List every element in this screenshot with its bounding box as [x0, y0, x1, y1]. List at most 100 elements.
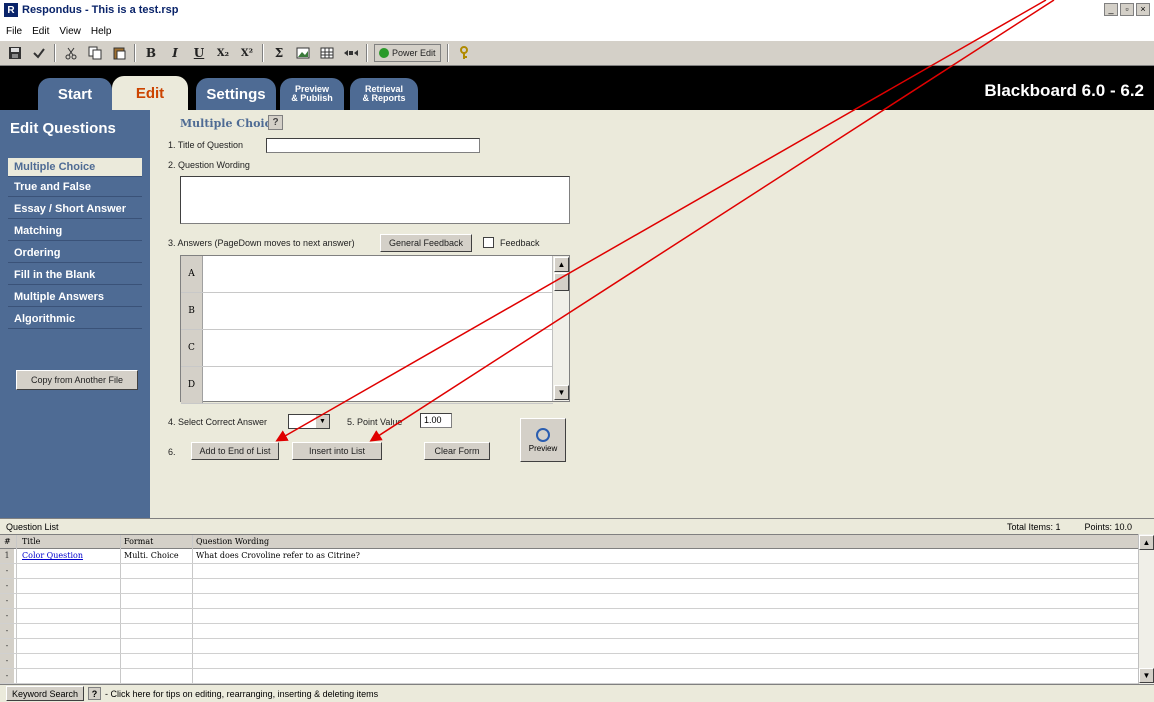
scroll-up-icon[interactable]: ▲ [554, 257, 569, 272]
sidebar-item-ordering[interactable]: Ordering [8, 244, 142, 263]
paste-icon[interactable] [110, 43, 128, 63]
general-feedback-button[interactable]: General Feedback [380, 234, 472, 252]
table-row[interactable]: - [0, 579, 1138, 594]
save-icon[interactable] [6, 43, 24, 63]
table-row[interactable]: - [0, 609, 1138, 624]
sidebar-item-multiple-choice[interactable]: Multiple Choice [8, 158, 142, 177]
window-title-text: Respondus - This is a test.rsp [22, 4, 179, 16]
table-row[interactable]: - [0, 639, 1138, 654]
row-wording: What does Crovoline refer to as Citrine? [196, 551, 360, 560]
window-controls: _ ▫ × [1104, 3, 1150, 16]
copy-icon[interactable] [86, 43, 104, 63]
underline-icon[interactable]: U [190, 43, 208, 63]
tab-start[interactable]: Start [38, 78, 112, 110]
sidebar-item-fill-blank[interactable]: Fill in the Blank [8, 266, 142, 285]
keyword-search-button[interactable]: Keyword Search [6, 686, 85, 701]
row-title-link[interactable]: Color Question [22, 551, 83, 560]
total-items: Total Items: 1 [1006, 522, 1061, 532]
toolbar: B I U X₂ X² Σ Power Edit [0, 40, 1154, 66]
chevron-down-icon: ▼ [316, 415, 329, 428]
table-row[interactable]: - [0, 564, 1138, 579]
scroll-up-icon[interactable]: ▲ [1139, 535, 1154, 550]
correct-answer-select[interactable]: ▼ [288, 414, 330, 429]
wording-label: 2. Question Wording [168, 160, 250, 170]
minimize-button[interactable]: _ [1104, 3, 1118, 16]
scroll-down-icon[interactable]: ▼ [554, 385, 569, 400]
row-number: - [0, 639, 14, 653]
clear-form-button[interactable]: Clear Form [424, 442, 490, 460]
sidebar-item-multiple-answers[interactable]: Multiple Answers [8, 288, 142, 307]
answer-row[interactable]: A [181, 256, 553, 293]
answers-box: A B C D ▲ ▼ [180, 255, 570, 404]
magnifier-icon [536, 427, 550, 442]
form-heading: Multiple Choice [180, 117, 279, 130]
answer-row[interactable]: C [181, 330, 553, 367]
bold-icon[interactable]: B [142, 43, 160, 63]
table-row[interactable]: - [0, 669, 1138, 684]
italic-icon[interactable]: I [166, 43, 184, 63]
key-icon[interactable] [455, 43, 473, 63]
tab-settings[interactable]: Settings [196, 78, 276, 110]
question-wording-input[interactable] [180, 176, 570, 224]
point-value-label: 5. Point Value [347, 417, 403, 427]
scroll-down-icon[interactable]: ▼ [1139, 668, 1154, 683]
tab-preview-publish[interactable]: Preview & Publish [280, 78, 344, 110]
answer-row[interactable]: D [181, 367, 553, 404]
respondus-app-icon: R [4, 3, 18, 17]
help-icon[interactable]: ? [88, 687, 102, 700]
tab-retrieval-reports[interactable]: Retrieval & Reports [350, 78, 418, 110]
menu-edit[interactable]: Edit [32, 26, 49, 37]
table-row[interactable]: - [0, 624, 1138, 639]
insert-into-list-button[interactable]: Insert into List [292, 442, 382, 460]
total-points: Points: 10.0 [1084, 522, 1132, 532]
preview-button[interactable]: Preview [520, 418, 566, 462]
sidebar-item-true-false[interactable]: True and False [8, 178, 142, 197]
preview-button-label: Preview [528, 443, 558, 453]
scroll-thumb[interactable] [554, 273, 569, 291]
row-number: - [0, 669, 14, 683]
question-list-summary: Total Items: 1 Points: 10.0 [1007, 522, 1132, 532]
menu-file[interactable]: File [6, 26, 22, 37]
table-icon[interactable] [318, 43, 336, 63]
table-row[interactable]: - [0, 594, 1138, 609]
question-list-scrollbar[interactable]: ▲ ▼ [1138, 534, 1154, 684]
sidebar-item-matching[interactable]: Matching [8, 222, 142, 241]
equation-icon[interactable]: Σ [270, 43, 288, 63]
sidebar-item-algorithmic[interactable]: Algorithmic [8, 310, 142, 329]
menu-help[interactable]: Help [91, 26, 112, 37]
tab-band: Start Edit Settings Preview & Publish Re… [0, 66, 1154, 110]
spell-check-icon[interactable] [30, 43, 48, 63]
col-number: # [4, 537, 11, 546]
point-value-input[interactable]: 1.00 [420, 413, 452, 428]
row-format: Multi. Choice [124, 551, 179, 560]
row-number: - [0, 579, 14, 593]
power-edit-icon [379, 48, 389, 58]
subscript-icon[interactable]: X₂ [214, 43, 232, 63]
answers-scrollbar[interactable]: ▲ ▼ [552, 256, 569, 401]
table-row[interactable]: - [0, 654, 1138, 669]
row-number: - [0, 594, 14, 608]
tab-edit[interactable]: Edit [112, 76, 188, 110]
media-icon[interactable] [342, 43, 360, 63]
title-input[interactable] [266, 138, 480, 153]
sidebar-item-essay[interactable]: Essay / Short Answer [8, 200, 142, 219]
power-edit-button[interactable]: Power Edit [374, 44, 441, 62]
add-to-end-button[interactable]: Add to End of List [191, 442, 279, 460]
copy-from-another-file-button[interactable]: Copy from Another File [16, 370, 138, 390]
image-icon[interactable] [294, 43, 312, 63]
select-correct-label: 4. Select Correct Answer [168, 417, 268, 427]
question-list-table: # Title Format Question Wording 1 Color … [0, 534, 1154, 685]
col-format: Format [124, 537, 154, 546]
row-number: - [0, 609, 14, 623]
answer-row[interactable]: B [181, 293, 553, 330]
tips-link[interactable]: - Click here for tips on editing, rearra… [105, 689, 378, 699]
feedback-checkbox[interactable] [483, 237, 494, 248]
close-button[interactable]: × [1136, 3, 1150, 16]
cut-icon[interactable] [62, 43, 80, 63]
maximize-button[interactable]: ▫ [1120, 3, 1134, 16]
table-row[interactable]: 1 Color Question Multi. Choice What does… [0, 549, 1138, 564]
help-button[interactable]: ? [268, 115, 283, 130]
superscript-icon[interactable]: X² [238, 43, 256, 63]
menu-view[interactable]: View [59, 26, 81, 37]
col-wording: Question Wording [196, 537, 270, 546]
